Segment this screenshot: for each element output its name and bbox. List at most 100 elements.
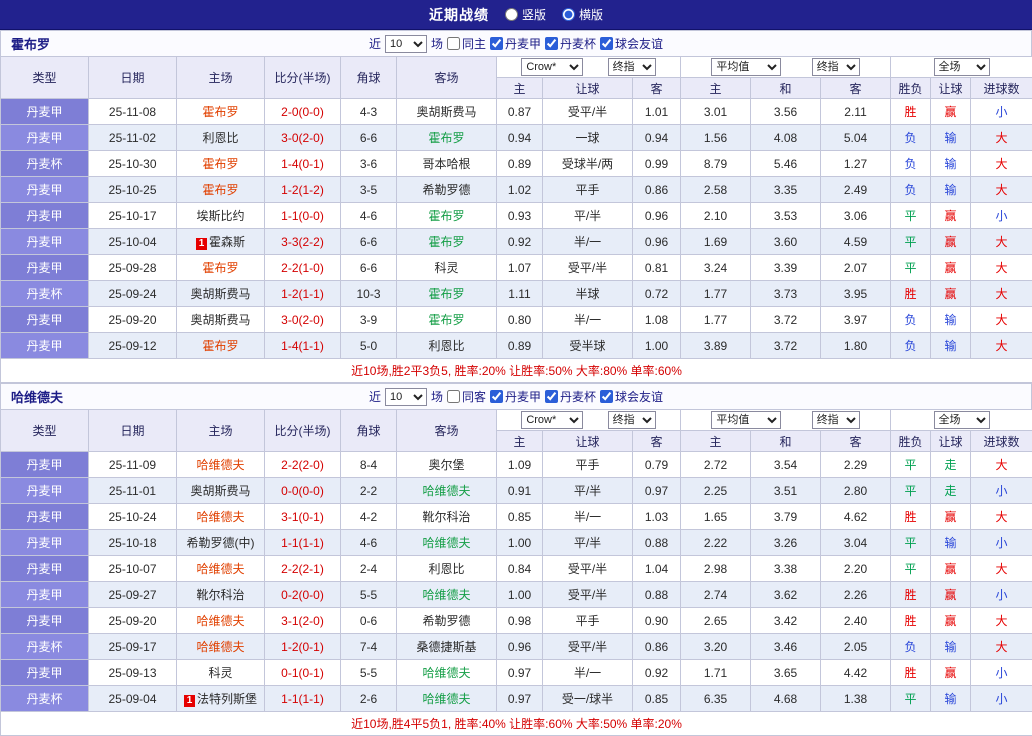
euro-index-select[interactable]: 终指 bbox=[812, 58, 860, 76]
away-team[interactable]: 哈维德夫 bbox=[397, 582, 497, 608]
match-date: 25-11-08 bbox=[89, 99, 177, 125]
match-score[interactable]: 1-1(1-1) bbox=[265, 530, 341, 556]
match-score[interactable]: 2-0(0-0) bbox=[265, 99, 341, 125]
away-team[interactable]: 奥胡斯费马 bbox=[397, 99, 497, 125]
scope-select[interactable]: 全场 bbox=[934, 411, 990, 429]
home-team[interactable]: 哈维德夫 bbox=[177, 634, 265, 660]
home-team[interactable]: 霍布罗 bbox=[177, 333, 265, 359]
match-score[interactable]: 2-2(2-1) bbox=[265, 556, 341, 582]
vertical-layout-radio[interactable] bbox=[505, 8, 518, 21]
home-team[interactable]: 利恩比 bbox=[177, 125, 265, 151]
away-team[interactable]: 霍布罗 bbox=[397, 229, 497, 255]
match-score[interactable]: 2-2(2-0) bbox=[265, 452, 341, 478]
cup-filter[interactable]: 丹麦杯 bbox=[545, 388, 596, 405]
match-score[interactable]: 1-2(0-1) bbox=[265, 634, 341, 660]
match-score[interactable]: 1-1(0-0) bbox=[265, 203, 341, 229]
euro-away-odds: 2.80 bbox=[821, 478, 891, 504]
league-filter[interactable]: 丹麦甲 bbox=[490, 388, 541, 405]
away-team[interactable]: 哥本哈根 bbox=[397, 151, 497, 177]
league-checkbox[interactable] bbox=[490, 37, 503, 50]
match-score[interactable]: 1-2(1-2) bbox=[265, 177, 341, 203]
away-team[interactable]: 霍布罗 bbox=[397, 281, 497, 307]
friendly-filter[interactable]: 球会友谊 bbox=[600, 35, 663, 52]
home-team[interactable]: 科灵 bbox=[177, 660, 265, 686]
match-score[interactable]: 0-1(0-1) bbox=[265, 660, 341, 686]
home-team[interactable]: 霍布罗 bbox=[177, 255, 265, 281]
match-score[interactable]: 3-1(2-0) bbox=[265, 608, 341, 634]
home-team[interactable]: 奥胡斯费马 bbox=[177, 307, 265, 333]
home-team[interactable]: 霍布罗 bbox=[177, 177, 265, 203]
home-team[interactable]: 哈维德夫 bbox=[177, 452, 265, 478]
away-team[interactable]: 希勒罗德 bbox=[397, 608, 497, 634]
filter-bar: 近 10 场 同主 丹麦甲 丹麦杯 球会友谊 bbox=[369, 35, 663, 53]
match-score[interactable]: 2-2(1-0) bbox=[265, 255, 341, 281]
horizontal-layout-radio[interactable] bbox=[562, 8, 575, 21]
match-score[interactable]: 0-0(0-0) bbox=[265, 478, 341, 504]
cup-checkbox[interactable] bbox=[545, 37, 558, 50]
match-score[interactable]: 3-0(2-0) bbox=[265, 307, 341, 333]
home-team[interactable]: 希勒罗德(中) bbox=[177, 530, 265, 556]
away-team[interactable]: 哈维德夫 bbox=[397, 660, 497, 686]
away-team[interactable]: 哈维德夫 bbox=[397, 530, 497, 556]
result-goals: 小 bbox=[971, 582, 1032, 608]
cup-checkbox[interactable] bbox=[545, 390, 558, 403]
layout-option-horizontal[interactable]: 横版 bbox=[562, 6, 603, 23]
asian-index-select[interactable]: 终指 bbox=[608, 58, 656, 76]
away-team[interactable]: 希勒罗德 bbox=[397, 177, 497, 203]
home-team[interactable]: 1霍森斯 bbox=[177, 229, 265, 255]
layout-option-vertical[interactable]: 竖版 bbox=[505, 6, 546, 23]
away-team[interactable]: 利恩比 bbox=[397, 333, 497, 359]
match-count-select[interactable]: 10 bbox=[385, 388, 427, 406]
away-team[interactable]: 桑德捷斯基 bbox=[397, 634, 497, 660]
match-score[interactable]: 3-0(2-0) bbox=[265, 125, 341, 151]
away-team[interactable]: 靴尔科治 bbox=[397, 504, 497, 530]
near-label: 近 bbox=[369, 388, 381, 405]
euro-source-select[interactable]: 平均值 bbox=[711, 411, 781, 429]
home-team[interactable]: 霍布罗 bbox=[177, 99, 265, 125]
match-score[interactable]: 1-1(1-1) bbox=[265, 686, 341, 712]
away-team[interactable]: 哈维德夫 bbox=[397, 686, 497, 712]
away-team[interactable]: 霍布罗 bbox=[397, 307, 497, 333]
away-team[interactable]: 哈维德夫 bbox=[397, 478, 497, 504]
same-venue-filter[interactable]: 同主 bbox=[447, 35, 486, 52]
away-team[interactable]: 霍布罗 bbox=[397, 203, 497, 229]
away-team[interactable]: 利恩比 bbox=[397, 556, 497, 582]
home-team[interactable]: 哈维德夫 bbox=[177, 608, 265, 634]
league-type: 丹麦杯 bbox=[1, 281, 89, 307]
cup-filter[interactable]: 丹麦杯 bbox=[545, 35, 596, 52]
same-venue-filter[interactable]: 同客 bbox=[447, 388, 486, 405]
home-team[interactable]: 1法特列斯堡 bbox=[177, 686, 265, 712]
match-score[interactable]: 1-4(1-1) bbox=[265, 333, 341, 359]
home-team[interactable]: 哈维德夫 bbox=[177, 556, 265, 582]
friendly-checkbox[interactable] bbox=[600, 37, 613, 50]
match-count-select[interactable]: 10 bbox=[385, 35, 427, 53]
home-team[interactable]: 哈维德夫 bbox=[177, 504, 265, 530]
home-team[interactable]: 霍布罗 bbox=[177, 151, 265, 177]
league-checkbox[interactable] bbox=[490, 390, 503, 403]
match-score[interactable]: 1-2(1-1) bbox=[265, 281, 341, 307]
scope-select[interactable]: 全场 bbox=[934, 58, 990, 76]
bookmaker-select[interactable]: Crow* bbox=[521, 411, 583, 429]
friendly-checkbox[interactable] bbox=[600, 390, 613, 403]
same-venue-checkbox[interactable] bbox=[447, 390, 460, 403]
away-team[interactable]: 霍布罗 bbox=[397, 125, 497, 151]
match-score[interactable]: 1-4(0-1) bbox=[265, 151, 341, 177]
euro-source-select[interactable]: 平均值 bbox=[711, 58, 781, 76]
match-score[interactable]: 3-3(2-2) bbox=[265, 229, 341, 255]
league-type: 丹麦甲 bbox=[1, 530, 89, 556]
home-team[interactable]: 奥胡斯费马 bbox=[177, 478, 265, 504]
bookmaker-select[interactable]: Crow* bbox=[521, 58, 583, 76]
friendly-filter[interactable]: 球会友谊 bbox=[600, 388, 663, 405]
home-team[interactable]: 埃斯比约 bbox=[177, 203, 265, 229]
league-filter[interactable]: 丹麦甲 bbox=[490, 35, 541, 52]
asian-handicap-line: 半/一 bbox=[543, 504, 633, 530]
asian-index-select[interactable]: 终指 bbox=[608, 411, 656, 429]
home-team[interactable]: 靴尔科治 bbox=[177, 582, 265, 608]
home-team[interactable]: 奥胡斯费马 bbox=[177, 281, 265, 307]
match-score[interactable]: 0-2(0-0) bbox=[265, 582, 341, 608]
same-venue-checkbox[interactable] bbox=[447, 37, 460, 50]
euro-index-select[interactable]: 终指 bbox=[812, 411, 860, 429]
match-score[interactable]: 3-1(0-1) bbox=[265, 504, 341, 530]
away-team[interactable]: 奥尔堡 bbox=[397, 452, 497, 478]
away-team[interactable]: 科灵 bbox=[397, 255, 497, 281]
